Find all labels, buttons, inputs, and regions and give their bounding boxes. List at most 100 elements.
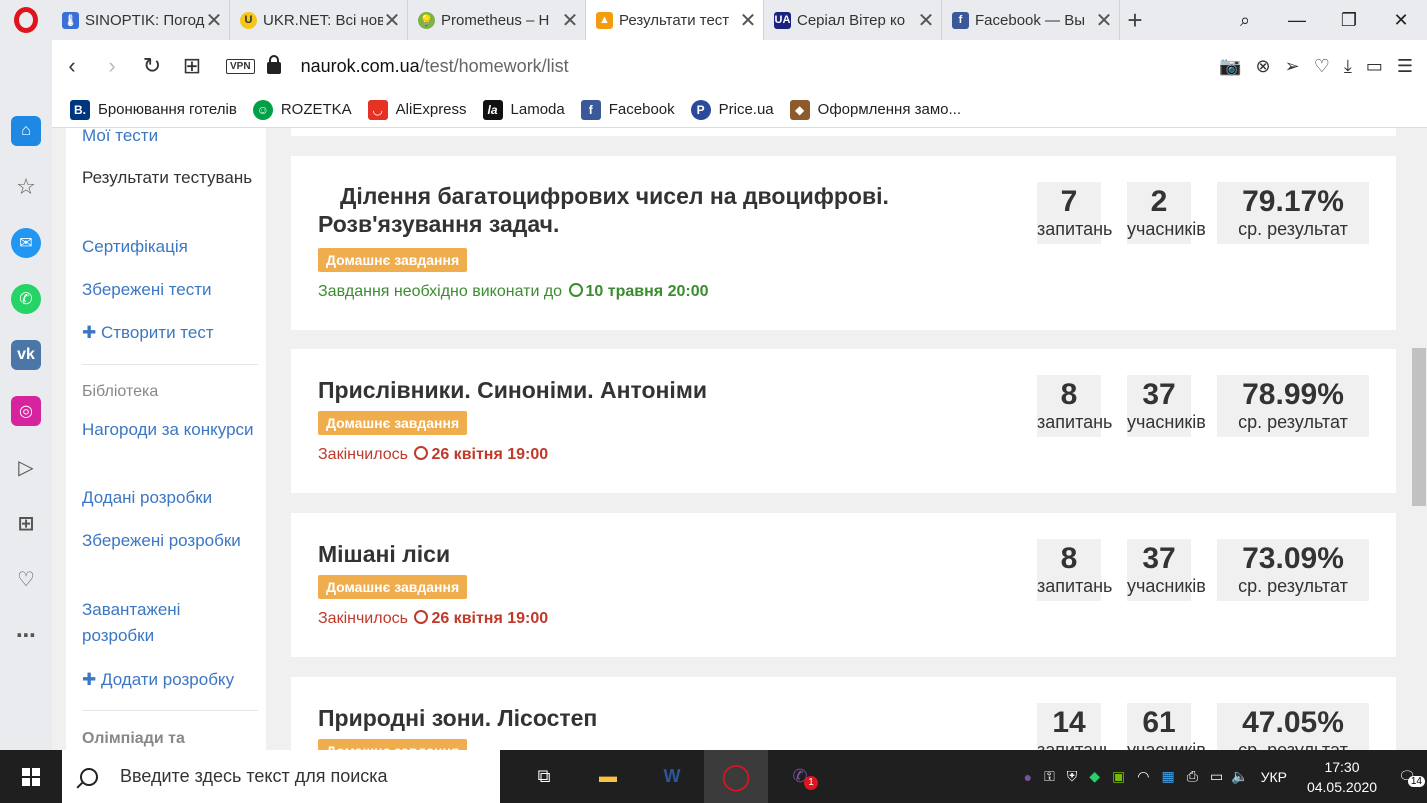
back-button[interactable]: ‹ [52,53,92,79]
nav-uploaded-dev[interactable]: Завантажені розробки [82,597,257,649]
viber-tray-icon[interactable]: ● [1024,769,1032,785]
nav-create-test[interactable]: ✚ Створити тест [82,320,257,346]
speed-dial-icon[interactable]: ⊞ [172,53,212,79]
word-icon[interactable]: W [640,750,704,803]
wifi-icon[interactable]: ◠ [1137,768,1149,785]
vpn-badge[interactable]: VPN [226,58,255,74]
bookmark-booking[interactable]: B. Бронювання готелів [70,99,237,120]
search-tabs-icon[interactable]: ⌕ [1219,10,1271,31]
result-card[interactable]: Природні зони. Лісостеп Домашнє завдання… [291,677,1396,750]
usb-icon[interactable]: ⚿ [1044,768,1055,785]
nvidia-icon[interactable]: ▣ [1112,768,1125,785]
nav-saved-dev[interactable]: Збережені розробки [82,528,257,554]
easy-setup-icon[interactable]: ☰ [1397,56,1413,77]
result-card[interactable]: Ділення багатоцифрових чисел на двоцифро… [291,156,1396,330]
tab-ukrnet[interactable]: UUKR.NET: Всі новини✕ [230,0,408,40]
file-explorer-icon[interactable]: ▬ [576,750,640,803]
lock-icon[interactable] [266,55,281,74]
questions-stat: 14 запитань [1037,703,1112,750]
tab-naurok-results[interactable]: ▲ Результати тест ✕ [586,0,764,40]
nav-results[interactable]: Результати тестувань [82,165,257,191]
priceua-icon: P [690,99,711,120]
shield-icon[interactable]: ◆ [1089,768,1100,785]
task-view-icon[interactable]: ⧉ [512,750,576,803]
download-icon[interactable]: ⤓ [1344,56,1352,77]
home-icon[interactable]: ⌂ [11,116,41,146]
tab-close-icon[interactable]: ✕ [739,8,757,33]
bookmark-priceua[interactable]: P Price.ua [690,99,774,120]
result-card[interactable]: Прислівники. Синоніми. Антоніми Домашнє … [291,349,1396,493]
vk-icon[interactable]: vk [11,340,41,370]
clock[interactable]: 17:30 04.05.2020 [1297,757,1387,797]
nav-awards[interactable]: Нагороди за конкурси [82,417,257,443]
network-icon[interactable]: ▦ [1162,768,1175,785]
bookmark-order[interactable]: ◆ Оформлення замо... [789,99,961,120]
star-icon[interactable]: ☆ [11,172,41,202]
homework-badge: Домашнє завдання [318,575,468,599]
scrollbar-thumb[interactable] [1412,348,1426,506]
questions-stat: 8 запитань [1037,539,1112,601]
page-scrollbar[interactable] [1409,128,1427,750]
volume-icon[interactable]: 🔈 [1231,768,1248,785]
ukrnet-icon: U [240,11,257,29]
send-icon[interactable]: ➢ [1285,56,1300,77]
tab-facebook[interactable]: f Facebook — Вы ✕ [942,0,1120,40]
instagram-icon[interactable]: ◎ [11,396,41,426]
nav-certification[interactable]: Сертифікація [82,234,257,260]
battery-icon[interactable]: ▭ [1366,56,1383,77]
url-field[interactable]: naurok.com.ua/test/homework/list [301,56,569,77]
send-icon[interactable]: ▷ [11,452,41,482]
test-title[interactable]: Природні зони. Лісостеп [318,704,958,732]
result-card[interactable]: Мішані ліси Домашнє завдання Закінчилось… [291,513,1396,657]
heart-icon[interactable]: ♡ [1314,56,1330,77]
opera-menu-button[interactable] [0,0,52,40]
adblock-icon[interactable]: ⊗ [1256,56,1271,77]
whatsapp-icon[interactable]: ✆ [11,284,41,314]
security-icon[interactable]: ⛨ [1067,768,1078,785]
tab-close-icon[interactable]: ✕ [1095,8,1113,33]
nav-olympiads[interactable]: Олімпіади та [82,726,257,750]
test-title[interactable]: Мішані ліси [318,540,958,568]
test-title[interactable]: Прислівники. Синоніми. Антоніми [318,376,958,404]
battery-icon[interactable]: ▭ [1210,768,1223,785]
grid-icon[interactable]: ⊞ [11,508,41,538]
taskbar-search[interactable]: Введите здесь текст для поиска [62,750,500,803]
camera-icon[interactable]: 📷 [1219,56,1241,77]
bookmark-aliexpress[interactable]: ◡ AliExpress [367,99,467,120]
tab-close-icon[interactable]: ✕ [205,8,223,33]
nav-add-dev[interactable]: ✚ Додати розробку [82,667,257,693]
forward-button[interactable]: › [92,53,132,79]
start-button[interactable] [0,750,62,803]
close-window-icon[interactable]: ✕ [1375,10,1427,31]
printer-icon[interactable]: ⎙ [1187,768,1198,785]
messenger-icon[interactable]: ✉ [11,228,41,258]
viber-icon[interactable]: ✆ 1 [768,750,832,803]
plus-icon: ✚ [82,670,97,689]
left-navigation: Мої тести Результати тестувань Сертифіка… [66,128,266,750]
search-icon [80,767,98,786]
bookmark-facebook[interactable]: f Facebook [580,99,675,120]
deadline-text: Закінчилось 26 квітня 19:00 [318,610,549,627]
tab-close-icon[interactable]: ✕ [383,8,401,33]
tab-serial[interactable]: UA Серіал Вітер ко ✕ [764,0,942,40]
new-tab-button[interactable]: + [1120,5,1150,36]
nav-saved-tests[interactable]: Збережені тести [82,277,257,303]
nav-my-tests[interactable]: Мої тести [82,128,257,149]
notifications-icon[interactable]: 🗨 14 [1387,768,1427,787]
maximize-icon[interactable]: ❐ [1323,10,1375,31]
more-icon[interactable]: ⋯ [11,620,41,650]
bookmark-rozetka[interactable]: ☺ ROZETKA [252,99,352,120]
language-indicator[interactable]: УКР [1261,769,1287,785]
clock-icon [414,610,429,624]
tab-close-icon[interactable]: ✕ [561,8,579,33]
tab-prometheus[interactable]: 💡 Prometheus – Н ✕ [408,0,586,40]
minimize-icon[interactable]: — [1271,10,1323,31]
bookmark-lamoda[interactable]: la Lamoda [482,99,565,120]
nav-added-dev[interactable]: Додані розробки [82,485,257,511]
test-title[interactable]: Ділення багатоцифрових чисел на двоцифро… [318,182,958,238]
opera-taskbar-icon[interactable]: ◯ [704,750,768,803]
tab-close-icon[interactable]: ✕ [917,8,935,33]
heart-icon[interactable]: ♡ [11,564,41,594]
reload-button[interactable]: ↻ [132,53,172,79]
tab-sinoptik[interactable]: 🌡 SINOPTIK: Погода ✕ [52,0,230,40]
